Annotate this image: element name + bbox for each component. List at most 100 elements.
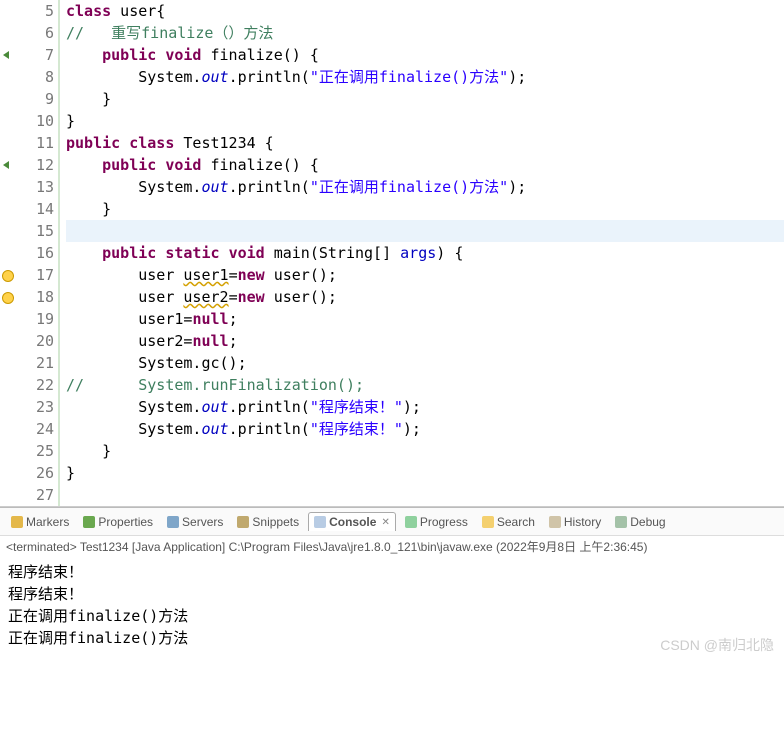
tab-properties[interactable]: Properties xyxy=(78,513,158,531)
tab-label: Properties xyxy=(98,515,153,529)
line-number: 25 xyxy=(14,440,54,462)
line-number: 12 xyxy=(14,154,54,176)
tab-label: Debug xyxy=(630,515,665,529)
code-line[interactable]: System.gc(); xyxy=(66,352,784,374)
tab-label: Markers xyxy=(26,515,69,529)
line-number: 23 xyxy=(14,396,54,418)
console-output[interactable]: 程序结束！程序结束！正在调用finalize()方法正在调用finalize()… xyxy=(0,557,784,661)
code-line[interactable]: // 重写finalize（）方法 xyxy=(66,22,784,44)
tab-progress[interactable]: Progress xyxy=(400,513,473,531)
console-icon xyxy=(314,516,326,528)
line-number: 21 xyxy=(14,352,54,374)
code-line[interactable]: public class Test1234 { xyxy=(66,132,784,154)
tab-label: Servers xyxy=(182,515,223,529)
code-area[interactable]: class user{// 重写finalize（）方法 public void… xyxy=(58,0,784,506)
close-icon[interactable]: ✕ xyxy=(381,517,389,528)
views-tabbar: Markers Properties Servers Snippets Cons… xyxy=(0,507,784,535)
marker-empty xyxy=(0,440,14,462)
line-number: 6 xyxy=(14,22,54,44)
tab-label: Progress xyxy=(420,515,468,529)
bulb-marker[interactable] xyxy=(0,264,14,286)
code-line[interactable]: // System.runFinalization(); xyxy=(66,374,784,396)
properties-icon xyxy=(83,516,95,528)
debug-icon xyxy=(615,516,627,528)
line-number: 27 xyxy=(14,484,54,506)
marker-empty xyxy=(0,88,14,110)
code-line[interactable]: } xyxy=(66,110,784,132)
tab-history[interactable]: History xyxy=(544,513,606,531)
bulb-marker[interactable] xyxy=(0,286,14,308)
line-number: 14 xyxy=(14,198,54,220)
line-number: 20 xyxy=(14,330,54,352)
console-line: 正在调用finalize()方法 xyxy=(8,627,776,649)
line-number: 17 xyxy=(14,264,54,286)
console-line: 正在调用finalize()方法 xyxy=(8,605,776,627)
code-editor[interactable]: 5678910111213141516171819202122232425262… xyxy=(0,0,784,507)
marker-empty xyxy=(0,484,14,506)
marker-empty xyxy=(0,198,14,220)
markers-icon xyxy=(11,516,23,528)
marker-empty xyxy=(0,330,14,352)
marker-empty xyxy=(0,66,14,88)
tab-markers[interactable]: Markers xyxy=(6,513,74,531)
marker-empty xyxy=(0,110,14,132)
line-number: 13 xyxy=(14,176,54,198)
code-line[interactable]: public void finalize() { xyxy=(66,154,784,176)
line-number: 16 xyxy=(14,242,54,264)
servers-icon xyxy=(167,516,179,528)
tab-servers[interactable]: Servers xyxy=(162,513,228,531)
line-number: 11 xyxy=(14,132,54,154)
code-line[interactable]: user user1=new user(); xyxy=(66,264,784,286)
search-icon xyxy=(482,516,494,528)
snippets-icon xyxy=(237,516,249,528)
marker-empty xyxy=(0,396,14,418)
line-number-gutter: 5678910111213141516171819202122232425262… xyxy=(14,0,58,506)
console-line: 程序结束！ xyxy=(8,583,776,605)
code-line[interactable]: } xyxy=(66,462,784,484)
code-line[interactable]: public static void main(String[] args) { xyxy=(66,242,784,264)
line-number: 8 xyxy=(14,66,54,88)
marker-empty xyxy=(0,242,14,264)
console-line: 程序结束！ xyxy=(8,561,776,583)
code-line[interactable]: } xyxy=(66,198,784,220)
code-line[interactable]: user2=null; xyxy=(66,330,784,352)
code-line[interactable]: System.out.println("程序结束！"); xyxy=(66,418,784,440)
code-line[interactable] xyxy=(66,484,784,506)
line-number: 24 xyxy=(14,418,54,440)
marker-empty xyxy=(0,462,14,484)
code-line[interactable]: System.out.println("正在调用finalize()方法"); xyxy=(66,66,784,88)
progress-icon xyxy=(405,516,417,528)
code-line[interactable]: user1=null; xyxy=(66,308,784,330)
marker-empty xyxy=(0,374,14,396)
tab-search[interactable]: Search xyxy=(477,513,540,531)
tri-green-marker[interactable] xyxy=(0,154,14,176)
tab-debug[interactable]: Debug xyxy=(610,513,670,531)
code-line[interactable]: class user{ xyxy=(66,0,784,22)
marker-empty xyxy=(0,220,14,242)
marker-empty xyxy=(0,176,14,198)
tab-console[interactable]: Console ✕ xyxy=(308,512,396,531)
tab-snippets[interactable]: Snippets xyxy=(232,513,304,531)
code-line[interactable]: System.out.println("正在调用finalize()方法"); xyxy=(66,176,784,198)
code-line[interactable]: public void finalize() { xyxy=(66,44,784,66)
line-number: 15 xyxy=(14,220,54,242)
tab-label: Snippets xyxy=(252,515,299,529)
line-number: 18 xyxy=(14,286,54,308)
code-line[interactable] xyxy=(66,220,784,242)
marker-empty xyxy=(0,0,14,22)
marker-empty xyxy=(0,352,14,374)
line-number: 26 xyxy=(14,462,54,484)
code-line[interactable]: user user2=new user(); xyxy=(66,286,784,308)
line-number: 5 xyxy=(14,0,54,22)
tab-label: Console xyxy=(329,515,376,529)
line-number: 9 xyxy=(14,88,54,110)
code-line[interactable]: } xyxy=(66,88,784,110)
code-line[interactable]: } xyxy=(66,440,784,462)
marker-empty xyxy=(0,418,14,440)
line-number: 19 xyxy=(14,308,54,330)
marker-column xyxy=(0,0,14,506)
line-number: 7 xyxy=(14,44,54,66)
tri-green-marker[interactable] xyxy=(0,44,14,66)
console-status: <terminated> Test1234 [Java Application]… xyxy=(0,535,784,557)
code-line[interactable]: System.out.println("程序结束！"); xyxy=(66,396,784,418)
